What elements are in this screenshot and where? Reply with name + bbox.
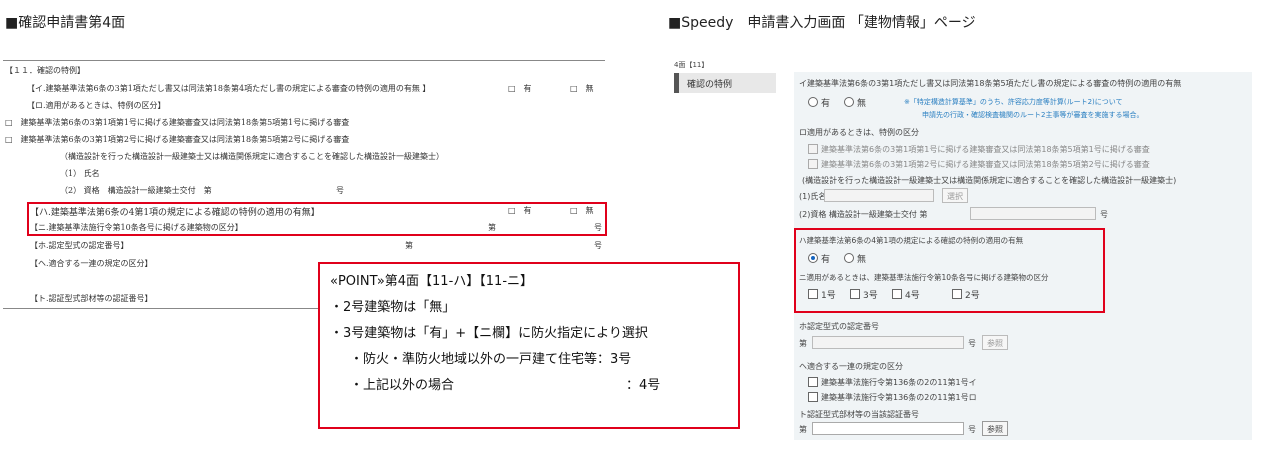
row-i-yes: □ 有	[508, 84, 532, 93]
he-label: ヘ適合する一連の規定の区分	[799, 362, 903, 371]
ni-option-3-label: 4号	[905, 291, 920, 301]
row-ro: 【ロ.適用があるときは、特例の区分】	[27, 101, 166, 110]
point-line-2: ・3号建築物は「有」+【ニ欄】に防火指定により選択	[330, 326, 648, 341]
section-code: 4面【11】	[674, 61, 709, 69]
row-ro-note: （構造設計を行った構造設計一級建築士又は構造関係規定に適合することを確認した構造…	[60, 152, 444, 161]
ro-note: (構造設計を行った構造設計一級建築士又は構造関係規定に適合することを確認した構造…	[802, 176, 1177, 185]
ha-no-label: 無	[857, 255, 867, 265]
row-he: 【ヘ.適合する一連の規定の区分】	[30, 259, 153, 268]
ha-yes-label: 有	[821, 255, 831, 265]
i-yes-radio[interactable]	[808, 97, 818, 107]
ro-option-1-checkbox[interactable]	[808, 144, 818, 154]
row-ro-name: （1） 氏名	[60, 169, 100, 178]
ni-option-4-checkbox[interactable]	[952, 289, 962, 299]
ho-suffix: 号	[968, 339, 976, 348]
speedy-input-screen: 4面【11】 確認の特例 イ建築基準法第6条の3第1項ただし書又は同法第18条第…	[672, 58, 1256, 442]
nav-item-kakunin-tokurei[interactable]: 確認の特例	[674, 73, 776, 93]
ho-label: ホ認定型式の認定番号	[799, 322, 879, 331]
ni-option-1-checkbox[interactable]	[808, 289, 818, 299]
point-line-1: ・2号建築物は「無」	[330, 300, 456, 315]
row-ho-dai: 第	[405, 241, 413, 250]
ni-option-1-label: 1号	[821, 291, 836, 301]
he-option-2-label: 建築基準法施行令第136条の2の11第1号ロ	[821, 393, 977, 402]
name-input[interactable]	[824, 189, 934, 202]
ho-reference-button[interactable]: 参照	[982, 335, 1008, 350]
row-ro-item1: □ 建築基準法第6条の3第1項第1号に掲げる建築審査又は同法第18条第5項第1号…	[5, 118, 350, 127]
point-title: «POINT»第4面【11-ハ】【11-ニ】	[330, 274, 534, 289]
ho-prefix: 第	[799, 339, 807, 348]
i-label: イ建築基準法第6条の3第1項ただし書又は同法第18条第5項ただし書の規定による審…	[799, 79, 1182, 88]
i-no-label: 無	[857, 99, 867, 109]
he-option-2-checkbox[interactable]	[808, 392, 818, 402]
qualification-label: (2)資格 構造設計一級建築士交付 第	[799, 210, 928, 219]
ro-option-1-label: 建築基準法第6条の3第1項第1号に掲げる建築審査又は同法第18条第5項第1号に掲…	[821, 145, 1150, 154]
ro-label: ロ適用があるときは、特例の区分	[799, 128, 919, 137]
row-i-no: □ 無	[570, 84, 594, 93]
qualification-number-input[interactable]	[970, 207, 1096, 220]
row-ho-go: 号	[594, 241, 602, 250]
point-line-4-value: ：4号	[626, 378, 661, 393]
row-ro-qualification-suffix: 号	[336, 186, 344, 195]
he-option-1-label: 建築基準法施行令第136条の2の11第1号イ	[821, 378, 977, 387]
he-option-1-checkbox[interactable]	[808, 377, 818, 387]
select-button[interactable]: 選択	[942, 188, 968, 203]
qualification-suffix: 号	[1100, 210, 1108, 219]
ni-label: ニ適用があるときは、建築基準法施行令第10条各号に掲げる建築物の区分	[799, 273, 1049, 282]
row-i: 【イ.建築基準法第6条の3第1項ただし書又は同法第18条第4項ただし書の規定によ…	[27, 84, 431, 93]
i-yes-label: 有	[821, 99, 831, 109]
ha-yes-radio[interactable]	[808, 253, 818, 263]
point-line-4: ・上記以外の場合	[350, 378, 455, 393]
ni-option-3-checkbox[interactable]	[892, 289, 902, 299]
i-note-2: 申請先の行政・確認検査機関のルート2主事等が審査を実施する場合。	[922, 111, 1144, 119]
ni-option-2-label: 3号	[863, 291, 878, 301]
i-no-radio[interactable]	[844, 97, 854, 107]
ni-option-4-label: 2号	[965, 291, 980, 301]
to-suffix: 号	[968, 425, 976, 434]
row-ro-qualification: （2） 資格 構造設計一級建築士交付 第	[60, 186, 212, 195]
form-title: 【１１．確認の特例】	[5, 66, 85, 75]
divider	[3, 60, 605, 61]
i-note-1: ※「特定構造計算基準」のうち、許容応力度等計算(ルート2)について	[904, 98, 1123, 106]
row-ro-item2: □ 建築基準法第6条の3第1項第2号に掲げる建築審査又は同法第18条第5項第2号…	[5, 135, 350, 144]
ho-number-input[interactable]	[812, 336, 964, 349]
point-line-3: ・防火・準防火地域以外の一戸建て住宅等：3号	[350, 352, 632, 367]
row-ho: 【ホ.認定型式の認定番号】	[30, 241, 129, 250]
ha-label: ハ建築基準法第6条の4第1項の規定による確認の特例の適用の有無	[799, 236, 1024, 245]
to-number-input[interactable]	[812, 422, 964, 435]
to-reference-button[interactable]: 参照	[982, 421, 1008, 436]
ni-option-2-checkbox[interactable]	[850, 289, 860, 299]
ro-option-2-checkbox[interactable]	[808, 159, 818, 169]
ro-option-2-label: 建築基準法第6条の3第1項第2号に掲げる建築審査又は同法第18条第5項第2号に掲…	[821, 160, 1150, 169]
to-prefix: 第	[799, 425, 807, 434]
name-label: (1)氏名	[799, 192, 827, 201]
row-to: 【ト.認証型式部材等の認証番号】	[30, 294, 153, 303]
left-section-heading: ■確認申請書第4面	[5, 15, 126, 31]
right-section-heading: ■Speedy 申請書入力画面 「建物情報」ページ	[668, 15, 976, 31]
ha-ni-highlight-frame	[27, 202, 607, 236]
to-label: ト認証型式部材等の当該認証番号	[799, 410, 919, 419]
form-panel: イ建築基準法第6条の3第1項ただし書又は同法第18条第5項ただし書の規定による審…	[794, 72, 1252, 440]
ha-no-radio[interactable]	[844, 253, 854, 263]
